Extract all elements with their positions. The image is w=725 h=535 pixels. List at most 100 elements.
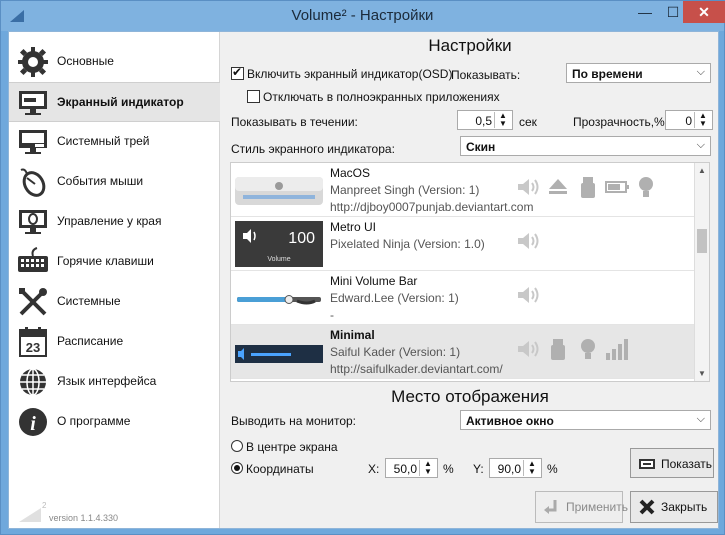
- title-bar[interactable]: Volume² - Настройки — ☐ ✕: [1, 1, 725, 31]
- calendar-icon: 23: [19, 327, 47, 357]
- volume-logo-icon: 2: [19, 501, 47, 522]
- center-screen-radio[interactable]: [231, 440, 243, 452]
- mouse-icon: [20, 168, 46, 197]
- fullscreen-disable-checkbox[interactable]: [247, 90, 260, 103]
- minimize-button[interactable]: —: [631, 1, 659, 23]
- metro-preview-caption: Volume: [267, 256, 290, 263]
- osd-style-select[interactable]: Скин ⌵: [460, 136, 711, 156]
- duration-label: Показывать в течении:: [231, 115, 358, 129]
- svg-text:i: i: [30, 413, 36, 435]
- spinner-arrows-icon[interactable]: ▲ ▼: [694, 112, 711, 128]
- y-spinner[interactable]: 90,0 ▲ ▼: [489, 458, 542, 478]
- keyboard-icon: [18, 247, 48, 272]
- skin-list-scrollbar[interactable]: ▲ ▼: [694, 163, 709, 381]
- scroll-thumb[interactable]: [697, 229, 707, 253]
- osd-style-label: Стиль экранного индикатора:: [231, 142, 395, 156]
- sidebar-item-edge[interactable]: Управление у края: [9, 202, 220, 242]
- skin-icon-set: [516, 337, 630, 363]
- skin-author: Saiful Kader (Version: 1): [330, 345, 461, 359]
- monitor-value: Активное окно: [466, 414, 554, 428]
- eject-icon: [549, 179, 568, 194]
- window-title: Volume² - Настройки: [291, 7, 434, 24]
- coordinates-label: Координаты: [246, 462, 314, 476]
- close-window-button[interactable]: ✕: [683, 1, 725, 23]
- spinner-arrows-icon[interactable]: ▲ ▼: [494, 112, 511, 128]
- placement-title: Место отображения: [391, 387, 549, 406]
- close-label: Закрыть: [661, 500, 708, 514]
- list-item[interactable]: Mini Volume Bar Edward.Lee (Version: 1) …: [231, 271, 696, 325]
- duration-spinner[interactable]: 0,5 ▲ ▼: [457, 110, 513, 130]
- y-label: Y:: [473, 462, 484, 476]
- list-item[interactable]: 100 Volume Metro UI Pixelated Ninja (Ver…: [231, 217, 696, 271]
- apply-arrow-icon: [544, 500, 557, 514]
- skin-url: http://saifulkader.deviantart.com/: [330, 362, 503, 376]
- y-percent: %: [547, 462, 558, 476]
- duration-value: 0,5: [475, 114, 492, 128]
- show-mode-select[interactable]: По времени ⌵: [566, 63, 711, 83]
- usb-icon: [580, 177, 595, 198]
- main-panel: Настройки Включить экранный индикатор(OS…: [221, 32, 719, 528]
- sidebar-item-label: Расписание: [57, 334, 124, 348]
- show-mode-label: Показывать:: [451, 68, 521, 82]
- skin-url: http://djboy0007punjab.deviantart.com: [330, 200, 534, 214]
- sidebar-item-tray[interactable]: Системный трей: [9, 122, 220, 162]
- calendar-day: 23: [26, 340, 40, 355]
- osd-enable-checkbox[interactable]: [231, 65, 244, 80]
- sidebar-item-label: Системный трей: [57, 134, 150, 148]
- scroll-down-icon[interactable]: ▼: [698, 369, 706, 378]
- signal-bars-icon: [606, 339, 629, 360]
- monitor-icon: [19, 91, 47, 115]
- chevron-down-icon: ⌵: [696, 139, 705, 151]
- sidebar-item-label: Управление у края: [57, 214, 162, 228]
- bulb-icon: [639, 177, 654, 197]
- chevron-down-icon: ⌵: [696, 66, 705, 78]
- osd-enable-label: Включить экранный индикатор(OSD): [247, 67, 453, 81]
- scroll-up-icon[interactable]: ▲: [698, 166, 706, 175]
- coordinates-radio[interactable]: [231, 462, 243, 474]
- x-spinner[interactable]: 50,0 ▲ ▼: [385, 458, 438, 478]
- metro-skin-preview: 100 Volume: [235, 221, 323, 267]
- skin-name: Mini Volume Bar: [330, 274, 418, 288]
- opacity-spinner[interactable]: 0 ▲ ▼: [665, 110, 713, 130]
- list-item[interactable]: MacOS Manpreet Singh (Version: 1) http:/…: [231, 163, 696, 217]
- skin-icon-set: [516, 229, 542, 255]
- sidebar-item-schedule[interactable]: 23 Расписание: [9, 322, 220, 362]
- skin-author: Edward.Lee (Version: 1): [330, 291, 459, 305]
- sidebar-item-general[interactable]: Основные: [9, 42, 220, 82]
- sidebar-item-about[interactable]: i О программе: [9, 402, 220, 442]
- close-icon: [639, 499, 655, 515]
- skin-author: Pixelated Ninja (Version: 1.0): [330, 237, 485, 251]
- chevron-down-icon: ⌵: [696, 413, 705, 425]
- opacity-value: 0: [685, 114, 692, 128]
- show-position-button[interactable]: Показать: [630, 448, 714, 478]
- speaker-icon: [518, 179, 539, 195]
- minimal-skin-preview: [235, 345, 323, 363]
- battery-icon: [605, 181, 630, 193]
- spinner-arrows-icon[interactable]: ▲ ▼: [419, 460, 436, 476]
- sidebar: Основные Экранный индикатор Системный тр…: [9, 32, 220, 528]
- apply-button[interactable]: Применить: [535, 491, 628, 523]
- x-percent: %: [443, 462, 454, 476]
- metro-preview-number: 100: [288, 230, 315, 247]
- show-position-label: Показать: [661, 457, 713, 471]
- settings-client-area: Основные Экранный индикатор Системный тр…: [8, 31, 719, 529]
- sidebar-item-language[interactable]: Язык интерфейса: [9, 362, 220, 402]
- skin-icon-set: [516, 175, 659, 201]
- skin-list[interactable]: MacOS Manpreet Singh (Version: 1) http:/…: [230, 162, 710, 382]
- sidebar-item-osd[interactable]: Экранный индикатор: [9, 82, 220, 122]
- spinner-arrows-icon[interactable]: ▲ ▼: [523, 460, 540, 476]
- list-item-selected[interactable]: Minimal Saiful Kader (Version: 1) http:/…: [231, 325, 696, 379]
- sidebar-item-hotkeys[interactable]: Горячие клавиши: [9, 242, 220, 282]
- center-screen-label: В центре экрана: [246, 440, 338, 454]
- sidebar-item-label: Язык интерфейса: [57, 374, 157, 388]
- monitor-select[interactable]: Активное окно ⌵: [460, 410, 711, 430]
- sidebar-item-mouse[interactable]: События мыши: [9, 162, 220, 202]
- sidebar-item-label: Основные: [57, 54, 114, 68]
- speaker-icon: [518, 233, 539, 249]
- skin-name: Minimal: [330, 328, 375, 342]
- sidebar-item-system[interactable]: Системные: [9, 282, 220, 322]
- mini-volume-bar-preview: [237, 295, 321, 305]
- osd-style-value: Скин: [466, 140, 496, 154]
- close-button[interactable]: Закрыть: [630, 491, 718, 523]
- apply-label: Применить: [566, 500, 629, 514]
